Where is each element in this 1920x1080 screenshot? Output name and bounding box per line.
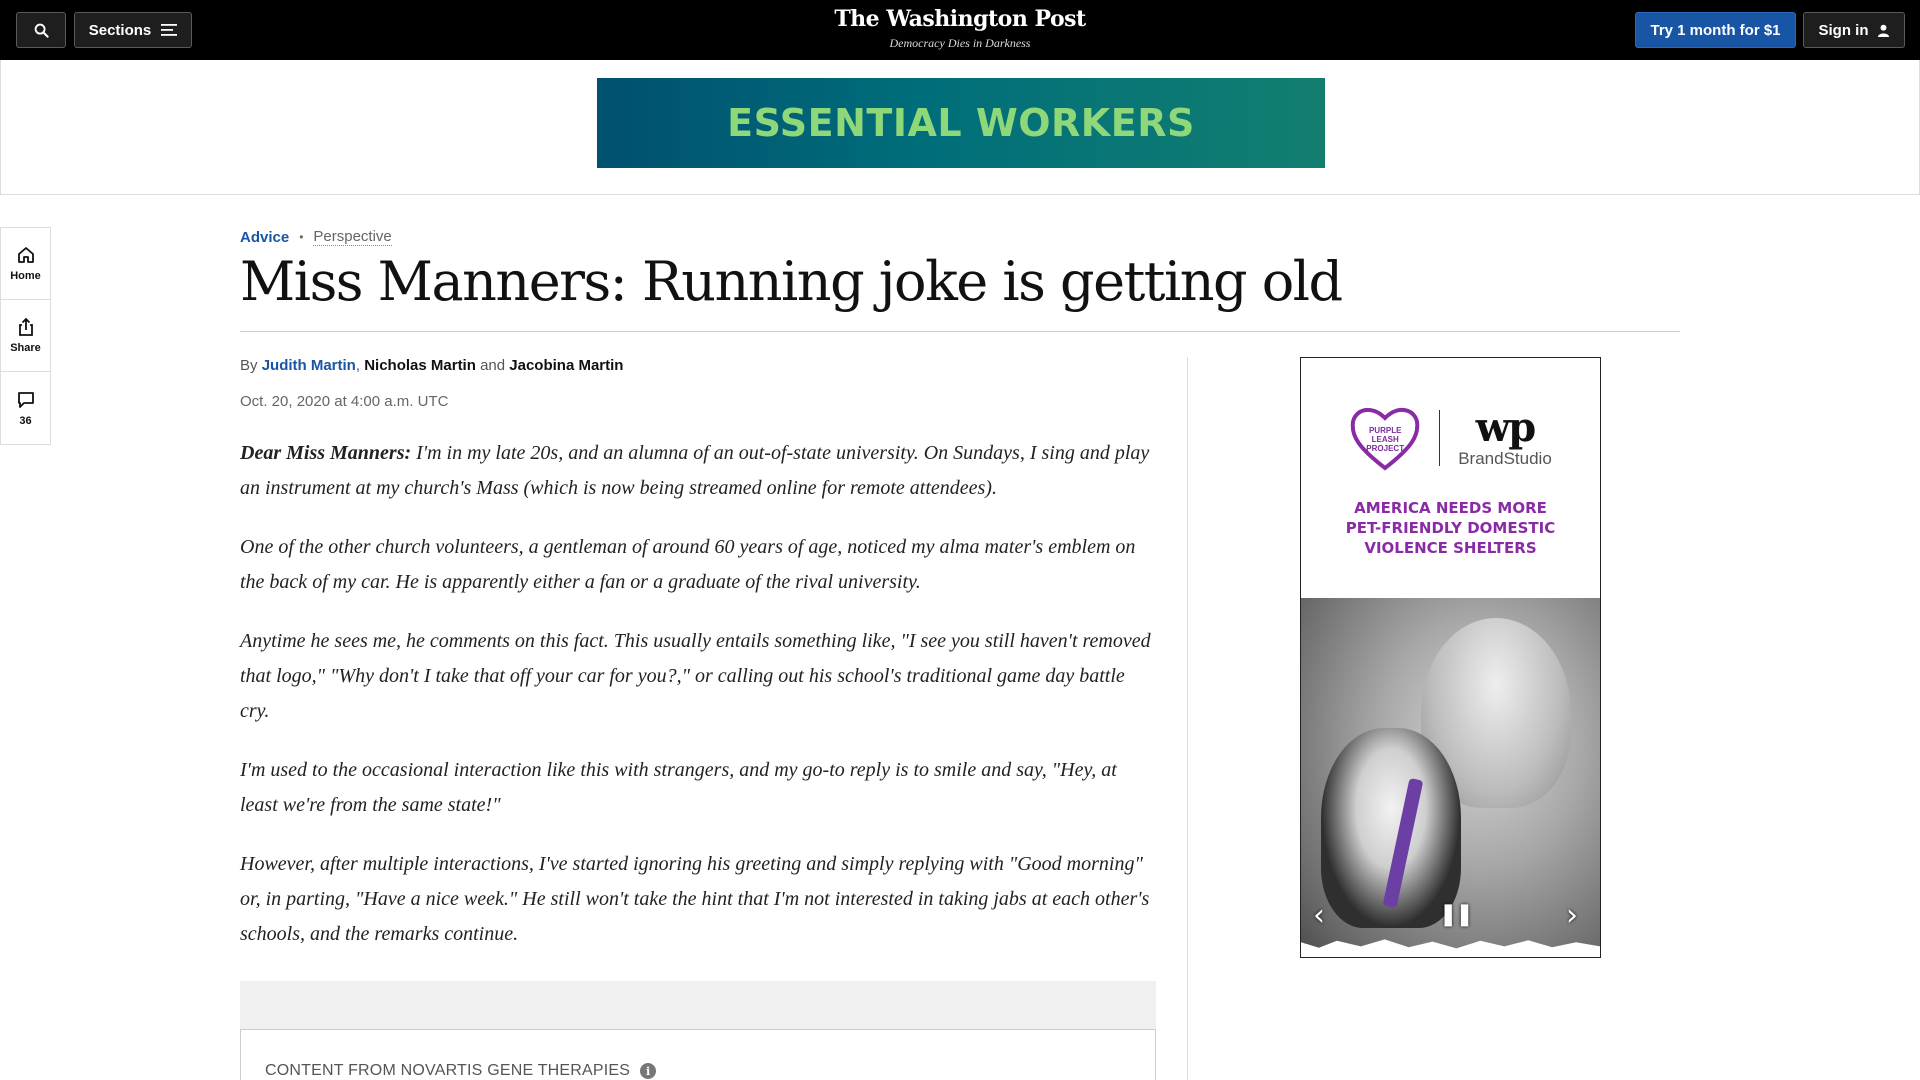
- share-label: Share: [10, 342, 41, 354]
- article-paragraph: Dear Miss Manners: I'm in my late 20s, a…: [240, 436, 1155, 506]
- site-tagline: Democracy Dies in Darkness: [889, 36, 1031, 50]
- pause-icon[interactable]: ❚❚: [1439, 902, 1474, 927]
- promo-spacer: [240, 981, 1156, 1030]
- comments-button[interactable]: 36: [1, 372, 50, 444]
- partner-logo-text: PURPLE LEASH PROJECT: [1366, 426, 1405, 453]
- menu-icon: [161, 24, 178, 36]
- sponsored-label: CONTENT FROM NOVARTIS GENE THERAPIES: [265, 1062, 631, 1079]
- kicker-separator: •: [299, 230, 304, 244]
- top-ad-region: ESSENTIAL WORKERS: [0, 60, 1920, 195]
- article-paragraph: However, after multiple interactions, I'…: [240, 853, 1150, 945]
- logo-divider: [1439, 410, 1441, 466]
- chevron-left-icon[interactable]: ‹: [1313, 898, 1325, 933]
- left-action-rail: Home Share 36: [0, 227, 51, 445]
- ad-headline-line: VIOLENCE SHELTERS: [1364, 539, 1537, 557]
- byline-and: and: [480, 357, 506, 374]
- share-button[interactable]: Share: [1, 300, 50, 372]
- byline-comma: ,: [355, 357, 361, 374]
- purple-leash-logo: PURPLE LEASH PROJECT: [1349, 404, 1421, 472]
- info-icon[interactable]: i: [640, 1063, 657, 1079]
- photo-torn-edge: [1301, 939, 1600, 957]
- perspective-label[interactable]: Perspective: [313, 228, 392, 246]
- author-jacobina-martin: Jacobina Martin: [509, 357, 624, 374]
- search-button[interactable]: [16, 12, 66, 48]
- brand-studio-text: BrandStudio: [1458, 449, 1552, 468]
- home-icon: [17, 247, 34, 263]
- column-divider: [1187, 357, 1188, 1080]
- section-link-advice[interactable]: Advice: [240, 229, 289, 246]
- comments-count: 36: [19, 414, 32, 427]
- subscribe-button[interactable]: Try 1 month for $1: [1635, 12, 1796, 48]
- top-navigation-bar: Sections The Washington Post Democracy D…: [0, 0, 1920, 60]
- sign-in-button[interactable]: Sign in: [1803, 12, 1905, 48]
- home-button[interactable]: Home: [1, 228, 50, 300]
- comment-icon: [17, 391, 34, 408]
- top-ad-text: ESSENTIAL WORKERS: [727, 101, 1195, 145]
- byline: By Judith Martin, Nicholas Martin and Ja…: [240, 357, 623, 374]
- author-link-judith-martin[interactable]: Judith Martin: [262, 357, 356, 374]
- ad-headline-line: AMERICA NEEDS MORE: [1354, 499, 1547, 517]
- wp-mark: wp: [1475, 404, 1536, 451]
- article-paragraph: I'm used to the occasional interaction l…: [240, 759, 1117, 816]
- brand-studio-logo: wp BrandStudio: [1458, 407, 1552, 469]
- headline-divider: [240, 331, 1680, 332]
- article-body: Dear Miss Manners: I'm in my late 20s, a…: [240, 436, 1155, 976]
- search-icon: [34, 23, 49, 38]
- article-kicker: Advice • Perspective: [240, 228, 392, 246]
- sponsored-header: CONTENT FROM NOVARTIS GENE THERAPIES i: [265, 1062, 657, 1080]
- ad-headline: AMERICA NEEDS MORE PET-FRIENDLY DOMESTIC…: [1301, 498, 1600, 558]
- article-paragraph: Anytime he sees me, he comments on this …: [240, 630, 1151, 722]
- sections-label: Sections: [88, 21, 152, 39]
- sign-in-label: Sign in: [1818, 21, 1869, 39]
- share-icon: [18, 317, 33, 336]
- author-nicholas-martin: Nicholas Martin: [364, 357, 476, 374]
- ad-logos: PURPLE LEASH PROJECT wp BrandStudio: [1301, 398, 1600, 478]
- publish-date: Oct. 20, 2020 at 4:00 a.m. UTC: [240, 393, 449, 410]
- site-logo[interactable]: The Washington Post: [760, 6, 1160, 32]
- ad-headline-line: PET-FRIENDLY DOMESTIC: [1345, 519, 1556, 537]
- article-paragraph: One of the other church volunteers, a ge…: [240, 536, 1136, 593]
- user-icon: [1877, 24, 1889, 37]
- masthead[interactable]: The Washington Post Democracy Dies in Da…: [760, 6, 1160, 51]
- sections-menu-button[interactable]: Sections: [74, 12, 192, 48]
- chevron-right-icon[interactable]: ›: [1566, 898, 1578, 933]
- letter-salutation: Dear Miss Manners:: [240, 442, 412, 464]
- home-label: Home: [10, 270, 41, 282]
- sidebar-ad[interactable]: PURPLE LEASH PROJECT wp BrandStudio AMER…: [1300, 357, 1601, 958]
- byline-prefix: By: [240, 357, 258, 374]
- article-headline: Miss Manners: Running joke is getting ol…: [240, 250, 1343, 313]
- sponsored-content-module[interactable]: CONTENT FROM NOVARTIS GENE THERAPIES i: [240, 1029, 1156, 1080]
- top-ad-banner[interactable]: ESSENTIAL WORKERS: [597, 78, 1325, 168]
